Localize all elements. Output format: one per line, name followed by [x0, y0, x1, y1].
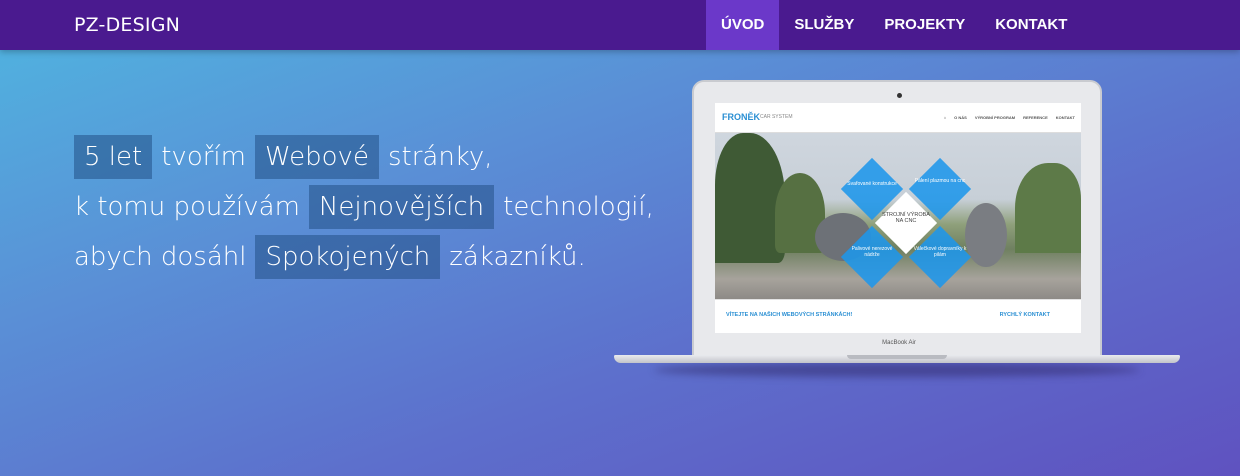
- brand-logo[interactable]: PZ-DESIGN: [74, 0, 180, 50]
- tile-label: Palivové nerezové nádrže: [851, 246, 893, 258]
- tile-label: Pálení plazmou na cnc: [914, 178, 966, 184]
- screen-quick-contact: RYCHLÝ KONTAKT: [999, 312, 1050, 318]
- laptop-shadow: [654, 363, 1140, 377]
- screen-header: FRONĚK CAR SYSTEM ⌂ O NÁS VÝROBNÍ PROGRA…: [715, 103, 1081, 133]
- highlight-years: 5 let: [74, 135, 153, 179]
- tile-label: STROJNÍ VÝROBA NA CNC: [882, 212, 930, 224]
- tile-label: Svařované konstrukce: [847, 181, 897, 187]
- nav-item-projekty[interactable]: PROJEKTY: [869, 0, 980, 50]
- stone-shape: [965, 203, 1007, 267]
- screen-menu: ⌂ O NÁS VÝROBNÍ PROGRAM REFERENCE KONTAK…: [944, 115, 1075, 120]
- hero-word: tvořím: [161, 142, 246, 172]
- laptop-notch: [847, 355, 947, 359]
- navbar: PZ-DESIGN ÚVOD SLUŽBY PROJEKTY KONTAKT: [0, 0, 1240, 50]
- hero-line-1: 5 let tvořím Webové stránky,: [74, 132, 663, 182]
- nav-item-sluzby[interactable]: SLUŽBY: [779, 0, 869, 50]
- hero-word: k tomu používám: [74, 192, 300, 222]
- laptop-mockup: FRONĚK CAR SYSTEM ⌂ O NÁS VÝROBNÍ PROGRA…: [614, 80, 1180, 380]
- nav-item-kontakt[interactable]: KONTAKT: [980, 0, 1082, 50]
- laptop-screen: FRONĚK CAR SYSTEM ⌂ O NÁS VÝROBNÍ PROGRA…: [715, 103, 1081, 333]
- hero-line-2: k tomu používám Nejnovějších technologií…: [74, 182, 663, 232]
- hero-word: stránky,: [387, 142, 493, 172]
- laptop-lid: FRONĚK CAR SYSTEM ⌂ O NÁS VÝROBNÍ PROGRA…: [692, 80, 1102, 358]
- highlight-newest: Nejnovějších: [308, 185, 495, 229]
- screen-menu-item: KONTAKT: [1055, 115, 1075, 120]
- nav-item-uvod[interactable]: ÚVOD: [706, 0, 780, 50]
- hero-word: abych dosáhl: [74, 242, 247, 272]
- screen-menu-item: REFERENCE: [1023, 115, 1048, 120]
- main-nav: ÚVOD SLUŽBY PROJEKTY KONTAKT: [706, 0, 1082, 50]
- hero-line-3: abych dosáhl Spokojených zákazníků.: [74, 232, 663, 282]
- highlight-satisfied: Spokojených: [255, 235, 441, 279]
- screen-menu-item: O NÁS: [954, 115, 967, 120]
- home-icon: ⌂: [943, 115, 947, 120]
- highlight-web: Webové: [254, 135, 379, 179]
- screen-menu-item: VÝROBNÍ PROGRAM: [974, 115, 1016, 120]
- screen-logo-sub: CAR SYSTEM: [760, 114, 793, 120]
- tree-shape: [1015, 163, 1081, 253]
- camera-icon: [897, 93, 902, 98]
- tile-label: Válečkové dopravníky k pilám: [913, 246, 967, 258]
- hero-word: zákazníků.: [449, 242, 586, 272]
- screen-welcome: VÍTEJTE NA NAŠICH WEBOVÝCH STRÁNKÁCH!: [726, 312, 853, 318]
- hero-text: 5 let tvořím Webové stránky, k tomu použ…: [74, 132, 663, 282]
- laptop-model-label: MacBook Air: [882, 340, 916, 346]
- screen-logo: FRONĚK: [722, 112, 760, 122]
- screen-footer: VÍTEJTE NA NAŠICH WEBOVÝCH STRÁNKÁCH! RY…: [715, 299, 1081, 333]
